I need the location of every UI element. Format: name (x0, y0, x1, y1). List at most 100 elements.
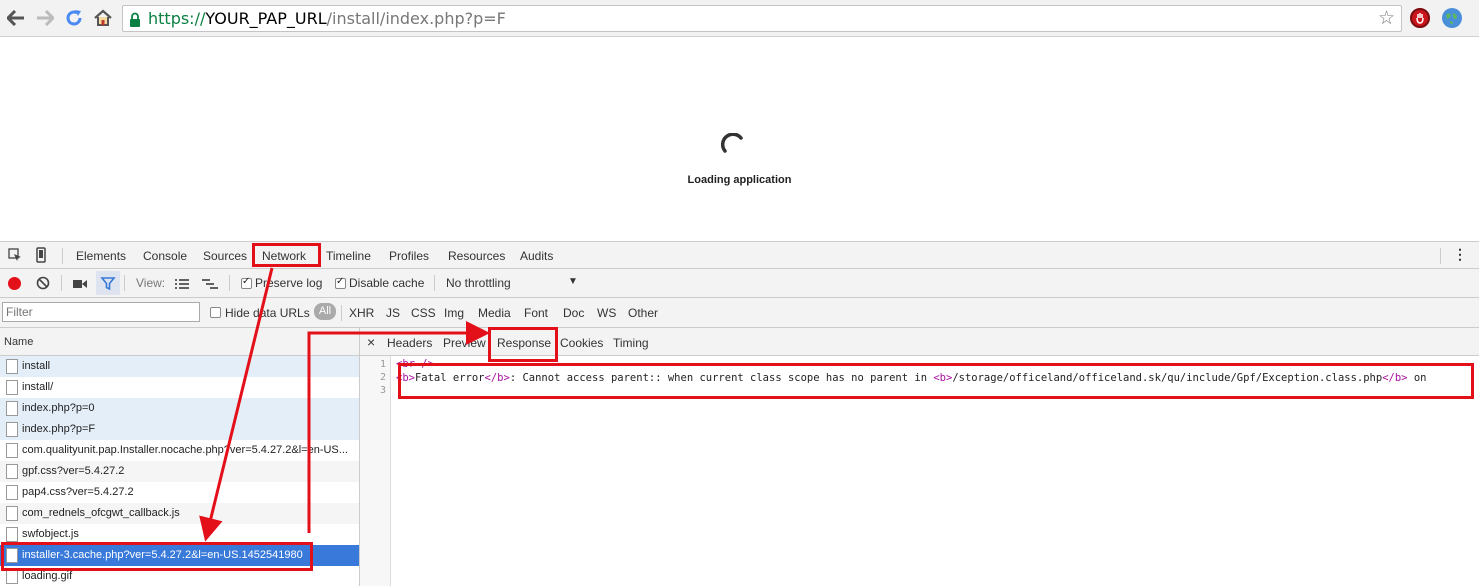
tab-cookies[interactable]: Cookies (560, 336, 603, 350)
separator (124, 275, 125, 291)
view-label: View: (136, 276, 166, 290)
filter-type-font[interactable]: Font (524, 306, 548, 320)
separator (229, 275, 230, 291)
request-row[interactable]: gpf.css?ver=5.4.27.2 (0, 461, 359, 482)
line-number: 3 (379, 385, 386, 396)
request-row[interactable]: pap4.css?ver=5.4.27.2 (0, 482, 359, 503)
request-row[interactable]: com_rednels_ofcgwt_callback.js (0, 503, 359, 524)
line-number: 1 (379, 359, 386, 370)
star-icon[interactable]: ☆ (1378, 9, 1395, 28)
request-row[interactable]: install/ (0, 377, 359, 398)
file-icon (6, 527, 18, 542)
network-tab-highlight (252, 243, 321, 267)
filter-type-doc[interactable]: Doc (563, 306, 584, 320)
url-scheme: https:// (148, 9, 206, 28)
globe-icon[interactable] (1442, 8, 1462, 28)
hide-data-urls-checkbox[interactable] (210, 307, 221, 318)
request-row[interactable]: index.php?p=F (0, 419, 359, 440)
filter-type-media[interactable]: Media (478, 306, 511, 320)
request-name: gpf.css?ver=5.4.27.2 (22, 465, 125, 477)
tab-resources[interactable]: Resources (448, 249, 505, 263)
request-name: loading.gif (22, 570, 73, 582)
request-row[interactable]: index.php?p=0 (0, 398, 359, 419)
file-icon (6, 443, 18, 458)
chevron-down-icon[interactable]: ▼ (568, 276, 578, 287)
filter-icon[interactable] (96, 271, 120, 295)
request-name: com_rednels_ofcgwt_callback.js (22, 507, 180, 519)
request-row[interactable]: install (0, 356, 359, 377)
page-content: Loading application (0, 37, 1479, 241)
inspect-icon[interactable] (8, 248, 22, 265)
more-menu-icon[interactable]: ⋮ (1453, 246, 1467, 263)
request-name: pap4.css?ver=5.4.27.2 (22, 486, 134, 498)
filter-type-all[interactable]: All (314, 303, 336, 320)
adblock-icon[interactable] (1410, 8, 1430, 28)
request-name: install/ (22, 381, 54, 393)
file-icon (6, 401, 18, 416)
filter-input[interactable] (2, 302, 200, 322)
throttling-select[interactable]: No throttling (446, 276, 511, 290)
url-host: YOUR_PAP_URL (205, 9, 327, 28)
loading-text: Loading application (687, 174, 792, 186)
tab-console[interactable]: Console (143, 249, 187, 263)
clear-icon[interactable] (36, 276, 50, 293)
tab-profiles[interactable]: Profiles (389, 249, 429, 263)
separator (341, 305, 342, 321)
file-icon (6, 464, 18, 479)
preserve-log-label: Preserve log (255, 276, 323, 290)
filter-type-ws[interactable]: WS (597, 306, 616, 320)
back-icon[interactable] (4, 6, 28, 30)
filter-bar: Hide data URLs All XHR JS CSS Img Media … (0, 298, 1479, 328)
url-path: /install/index.php?p=F (326, 9, 506, 28)
devtools-panel: Elements Console Sources Network Timelin… (0, 241, 1479, 586)
home-icon[interactable] (91, 6, 115, 30)
spinner-icon (721, 133, 743, 153)
network-toolbar: View: Preserve log Disable cache No thro… (0, 269, 1479, 298)
reload-icon[interactable] (62, 6, 86, 30)
close-icon[interactable]: × (367, 334, 375, 350)
filter-type-js[interactable]: JS (386, 306, 400, 320)
file-icon (6, 506, 18, 521)
address-bar[interactable]: https://YOUR_PAP_URL/install/index.php?p… (122, 5, 1402, 32)
separator (434, 275, 435, 291)
error-message-highlight (398, 363, 1474, 399)
file-icon (6, 380, 18, 395)
forward-icon[interactable] (33, 6, 57, 30)
file-icon (6, 569, 18, 584)
tab-elements[interactable]: Elements (76, 249, 126, 263)
preserve-log-checkbox[interactable] (241, 276, 252, 289)
separator (61, 275, 62, 291)
filter-type-css[interactable]: CSS (411, 306, 436, 320)
devtools-tab-bar: Elements Console Sources Network Timelin… (0, 242, 1479, 269)
request-row[interactable]: com.qualityunit.pap.Installer.nocache.ph… (0, 440, 359, 461)
file-icon (6, 422, 18, 437)
overview-icon[interactable] (202, 278, 218, 292)
request-name: swfobject.js (22, 528, 79, 540)
request-name: com.qualityunit.pap.Installer.nocache.ph… (22, 444, 348, 456)
request-name: index.php?p=F (22, 423, 96, 435)
filter-type-xhr[interactable]: XHR (349, 306, 374, 320)
filter-type-other[interactable]: Other (628, 306, 658, 320)
request-name: install (22, 360, 51, 372)
tab-timing[interactable]: Timing (613, 336, 649, 350)
column-header-name[interactable]: Name (0, 328, 359, 356)
device-mode-icon[interactable] (36, 247, 46, 266)
tab-preview[interactable]: Preview (443, 336, 486, 350)
disable-cache-checkbox[interactable] (335, 276, 346, 289)
capture-screenshots-icon[interactable] (73, 278, 87, 292)
tab-headers[interactable]: Headers (387, 336, 432, 350)
record-icon[interactable] (8, 277, 21, 290)
line-number-gutter: 1 2 3 (360, 356, 391, 586)
file-icon (6, 359, 18, 374)
tab-audits[interactable]: Audits (520, 249, 553, 263)
selected-request-highlight (1, 542, 313, 571)
large-rows-icon[interactable] (175, 278, 189, 292)
filter-type-img[interactable]: Img (444, 306, 464, 320)
file-icon (6, 485, 18, 500)
separator (62, 248, 63, 264)
browser-toolbar: https://YOUR_PAP_URL/install/index.php?p… (0, 0, 1479, 37)
lock-icon (129, 10, 141, 35)
tab-sources[interactable]: Sources (203, 249, 247, 263)
tab-timeline[interactable]: Timeline (326, 249, 371, 263)
url-text: https://YOUR_PAP_URL/install/index.php?p… (148, 6, 506, 31)
